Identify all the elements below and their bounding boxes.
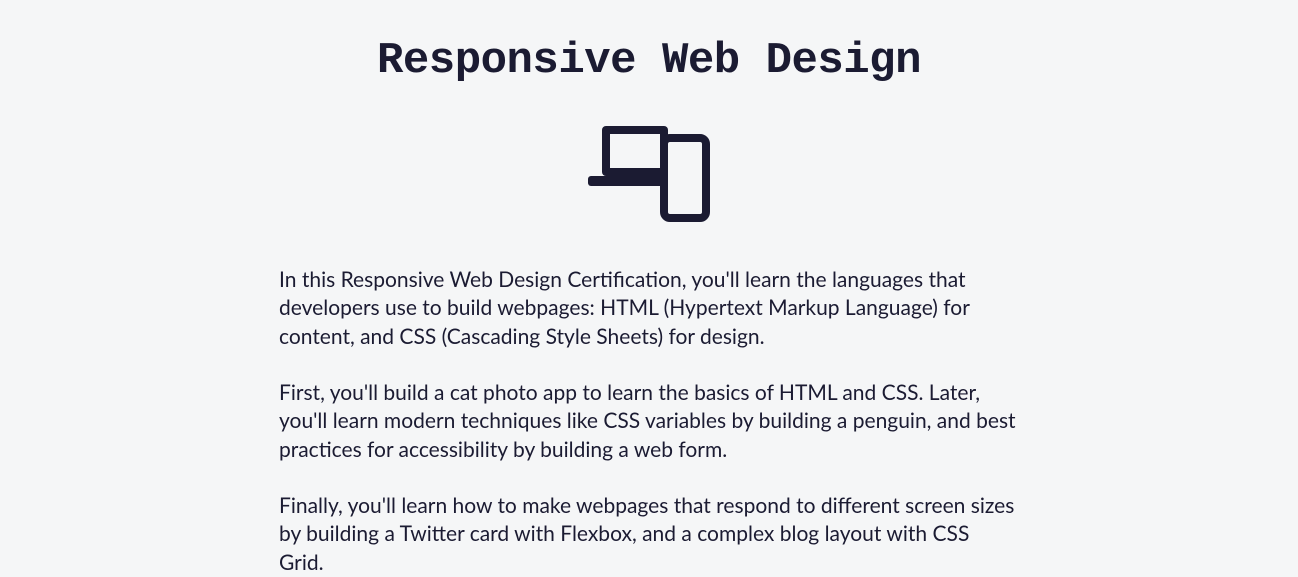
description-paragraph: Finally, you'll learn how to make webpag… (279, 492, 1019, 577)
page-title: Responsive Web Design (279, 36, 1019, 86)
icon-wrapper (279, 126, 1019, 226)
description-paragraph: First, you'll build a cat photo app to l… (279, 379, 1019, 464)
description-paragraph: In this Responsive Web Design Certificat… (279, 266, 1019, 351)
responsive-web-design-icon (588, 126, 710, 226)
description-section: In this Responsive Web Design Certificat… (279, 266, 1019, 577)
content-container: Responsive Web Design In this Responsive… (269, 36, 1029, 577)
